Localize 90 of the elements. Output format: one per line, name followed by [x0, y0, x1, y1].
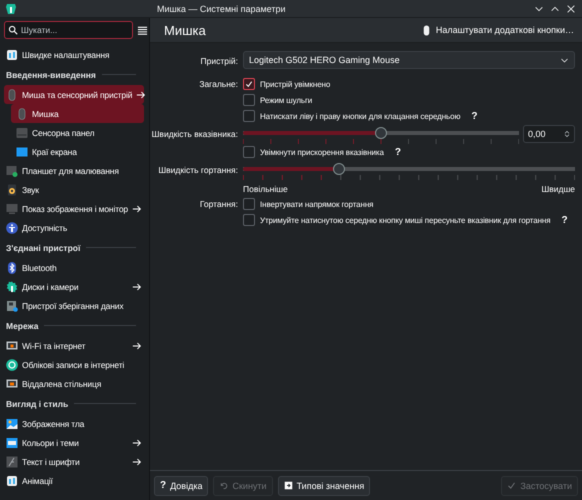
checkbox-label[interactable]: Натискати ліву і праву кнопки для клацання середньою: [260, 112, 460, 120]
window-icon: [6, 436, 18, 448]
form-label: Пристрій:: [200, 56, 238, 66]
checkbox-label[interactable]: Увімкнути прискорення вказівника: [260, 148, 384, 156]
check-icon: [245, 80, 253, 88]
sidebar-item[interactable]: Bluetooth: [4, 258, 144, 277]
tablet-icon: [6, 164, 18, 176]
checkbox-label[interactable]: Режим шульги: [260, 96, 312, 104]
arrow-right-icon: [132, 438, 142, 448]
arrow-right-icon: [132, 340, 142, 350]
sidebar-item[interactable]: Диски і камери: [4, 277, 144, 296]
check-icon: [507, 481, 516, 490]
checkbox[interactable]: [243, 94, 255, 106]
font-icon: [6, 456, 18, 468]
window-title: Мишка — Системні параметри: [157, 4, 287, 14]
chevron-down-icon: [560, 56, 569, 64]
sidebar-item[interactable]: Планшет для малювання: [4, 161, 144, 180]
sidebar-item[interactable]: Wi-Fi та інтернет: [4, 336, 144, 355]
sidebar-item[interactable]: Пристрої зберігання даних: [4, 296, 144, 315]
checkbox-label[interactable]: Пристрій увімкнено: [260, 80, 330, 88]
sidebar-item[interactable]: Миша та сенсорний пристрій: [4, 85, 144, 104]
configure-buttons-button[interactable]: Налаштувати додаткові кнопки…: [418, 22, 576, 38]
ring-icon: [6, 358, 18, 370]
wallpaper-icon: [6, 418, 18, 430]
spin-box[interactable]: 0,00: [523, 125, 575, 143]
monitor-icon: [6, 202, 18, 214]
mouse-icon: [6, 88, 18, 100]
checkbox[interactable]: [243, 214, 255, 226]
sidebar-item[interactable]: Мишка: [11, 104, 144, 123]
sliders-icon: [6, 474, 18, 486]
help-button[interactable]: ? Довідка: [154, 476, 208, 496]
checkbox[interactable]: [243, 198, 255, 210]
section-heading: Введення-виведення: [4, 64, 144, 85]
checkbox[interactable]: [243, 110, 255, 122]
sliders-icon: [6, 48, 18, 60]
sidebar-item[interactable]: Швидке налаштування: [4, 45, 144, 64]
form-label: Швидкість гортання:: [158, 165, 238, 175]
reset-document-icon: [284, 481, 293, 490]
help-icon[interactable]: ?: [561, 214, 568, 226]
arrow-right-icon: [132, 456, 142, 466]
sidebar-item[interactable]: Доступність: [4, 218, 144, 237]
form-label: Швидкість вказівника:: [152, 129, 238, 139]
arrow-right-icon: [136, 90, 146, 100]
arrow-right-icon: [132, 204, 142, 214]
sidebar-item[interactable]: Зображення тла: [4, 414, 144, 433]
section-heading: Мережа: [4, 315, 144, 336]
gear-icon: [6, 280, 18, 292]
mouse-icon: [16, 108, 28, 120]
bluetooth-icon: [6, 262, 18, 274]
drive-icon: [6, 300, 18, 312]
page-title: Мишка: [164, 22, 206, 38]
form-label: Гортання:: [200, 199, 238, 209]
touchpad-icon: [16, 126, 28, 138]
accessibility-icon: [6, 222, 18, 234]
search-icon: [8, 25, 18, 35]
app-icon: [5, 2, 17, 14]
sidebar-item[interactable]: Краї екрана: [11, 142, 144, 161]
help-icon[interactable]: ?: [394, 146, 401, 158]
screen-icon: [16, 146, 28, 158]
checkbox-label[interactable]: Утримуйте натиснутою середню кнопку миші пересуньте вказівник для гортання: [260, 216, 550, 224]
sidebar-item[interactable]: Сенсорна панел: [11, 123, 144, 142]
sidebar-item[interactable]: Показ зображення і монітор: [4, 199, 144, 218]
sidebar-item[interactable]: Анімації: [4, 471, 144, 490]
slider-handle[interactable]: [375, 126, 387, 138]
search-field[interactable]: Шукати...: [4, 21, 133, 39]
menu-icon[interactable]: [137, 24, 148, 36]
checkbox-label[interactable]: Інвертувати напрямок гортання: [260, 200, 374, 208]
checkbox[interactable]: [243, 146, 255, 158]
undo-icon: [219, 481, 228, 490]
arrow-right-icon: [132, 282, 142, 292]
monitor-icon: [6, 378, 18, 390]
form-label: Загальне:: [199, 79, 238, 89]
sidebar-item[interactable]: Текст і шрифти: [4, 452, 144, 471]
sidebar-item[interactable]: Звук: [4, 180, 144, 199]
network-icon: [6, 340, 18, 352]
section-heading: З'єднані пристрої: [4, 237, 144, 258]
spin-arrows-icon: [563, 129, 571, 139]
scale-label: Швидше: [541, 184, 575, 194]
checkbox[interactable]: [243, 78, 255, 90]
defaults-button[interactable]: Типові значення: [278, 476, 370, 496]
slider-handle[interactable]: [333, 162, 346, 174]
device-dropdown[interactable]: Logitech G502 HERO Gaming Mouse: [243, 51, 575, 69]
sidebar-item[interactable]: Віддалена стільниця: [4, 374, 144, 393]
help-icon[interactable]: ?: [471, 110, 478, 122]
sidebar-item[interactable]: Облікові записи в інтернеті: [4, 355, 144, 374]
speaker-icon: [6, 184, 18, 196]
section-heading: Вигляд і стиль: [4, 393, 144, 414]
close-icon[interactable]: [566, 4, 576, 14]
scale-label: Повільніше: [243, 184, 288, 194]
sidebar-item[interactable]: Кольори і теми: [4, 433, 144, 452]
